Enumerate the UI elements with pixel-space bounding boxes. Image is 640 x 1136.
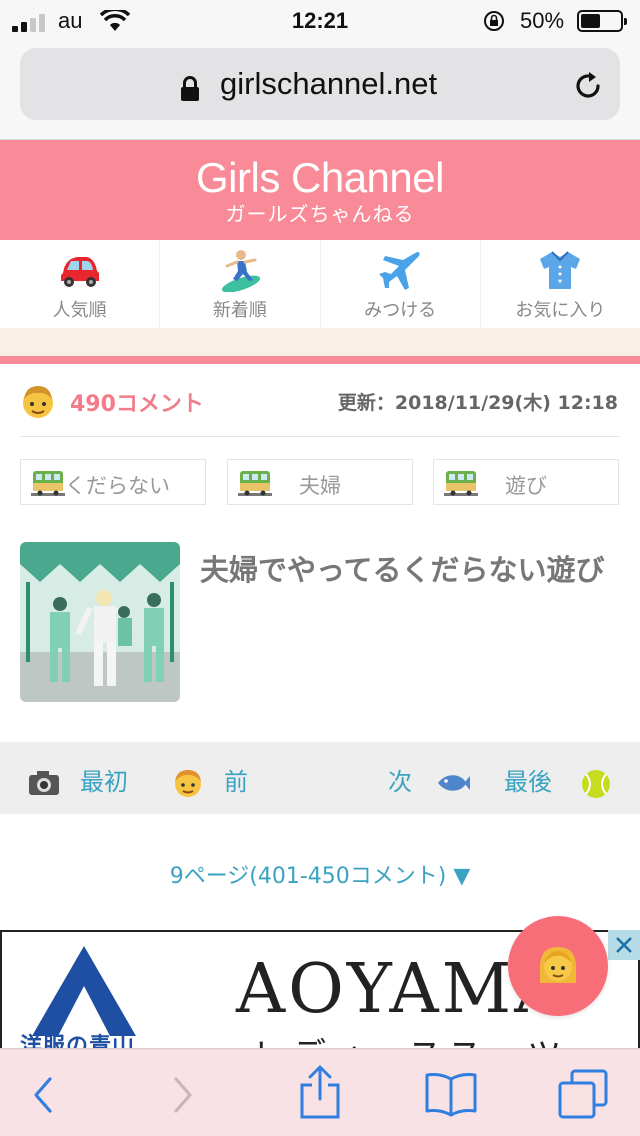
tram-icon [31, 471, 65, 496]
airplane-icon [379, 252, 420, 290]
car-icon [60, 257, 99, 287]
aoyama-logo-icon [32, 946, 136, 1036]
ad-logo-text: 洋服の青山 [20, 1034, 136, 1050]
url-text: girlschannel.net [220, 66, 438, 101]
pager-first-link[interactable]: 最初 [80, 762, 128, 797]
nav-item-discover[interactable]: みつける [319, 240, 480, 328]
pager-last-link[interactable]: 最後 [504, 762, 552, 797]
ad-close-icon[interactable] [608, 930, 640, 960]
nav-label-newest: 新着順 [212, 300, 267, 321]
reload-icon[interactable] [572, 70, 604, 102]
nav-label-discover: みつける [364, 300, 437, 321]
site-header: Girls Channel ガールズちゃんねる [0, 140, 640, 240]
boy-face-icon [175, 770, 201, 797]
forward-icon[interactable] [170, 1075, 196, 1115]
pager: 最初 前 次 最後 [0, 742, 640, 814]
topic-thumbnail[interactable] [20, 542, 180, 702]
topic-title[interactable]: 夫婦でやってるくだらない遊び [200, 548, 620, 592]
floating-menu-button[interactable] [508, 916, 608, 1016]
accent-divider [0, 356, 640, 364]
updated-timestamp: 更新：2018/11/29(木) 12:18 [337, 392, 618, 414]
pager-next-link[interactable]: 次 [388, 762, 412, 797]
category-nav: 人気順 新着順 みつける お気に入り [0, 240, 640, 328]
address-bar[interactable]: girlschannel.net [20, 48, 620, 120]
tag-kudaranai[interactable]: くだらない [20, 459, 206, 505]
tag-fuufu[interactable]: 夫婦 [227, 459, 413, 505]
share-icon[interactable] [298, 1065, 342, 1119]
tag-label: 夫婦 [299, 474, 341, 498]
surfer-icon [221, 250, 260, 292]
tag-label: くだらない [65, 474, 170, 498]
browser-chrome: girlschannel.net [0, 40, 640, 140]
nav-item-popular[interactable]: 人気順 [0, 240, 159, 328]
tag-label: 遊び [505, 474, 547, 498]
comment-count[interactable]: 490コメント [70, 386, 204, 418]
tabs-icon[interactable] [558, 1069, 608, 1119]
divider [20, 436, 620, 437]
camera-icon [29, 771, 59, 795]
browser-toolbar [0, 1048, 640, 1136]
padlock-icon [181, 76, 199, 101]
nav-item-newest[interactable]: 新着順 [159, 240, 319, 328]
tennis-ball-icon [582, 770, 610, 798]
pager-prev-link[interactable]: 前 [224, 762, 248, 797]
rotation-lock-icon [484, 11, 504, 31]
fish-icon [438, 775, 470, 791]
man-face-icon [23, 386, 53, 418]
nav-label-favorites: お気に入り [515, 300, 606, 321]
status-bar: au 12:21 50% [0, 0, 640, 40]
nav-spacer [0, 328, 640, 356]
ad-subtitle: レディーススーツ [252, 1028, 567, 1048]
nav-item-favorites[interactable]: お気に入り [479, 240, 640, 328]
nav-label-popular: 人気順 [52, 300, 107, 321]
woman-face-icon [540, 947, 576, 983]
shirt-icon [540, 251, 581, 289]
tag-asobi[interactable]: 遊び [433, 459, 619, 505]
bookmarks-icon[interactable] [424, 1071, 478, 1117]
site-logo-subtitle: ガールズちゃんねる [225, 202, 415, 226]
battery-percent: 50% [520, 8, 565, 33]
back-icon[interactable] [30, 1075, 56, 1115]
page-select-dropdown[interactable]: 9ページ(401-450コメント) ▼ [0, 858, 640, 890]
battery-icon [577, 10, 627, 32]
site-logo[interactable]: Girls Channel [0, 154, 640, 202]
